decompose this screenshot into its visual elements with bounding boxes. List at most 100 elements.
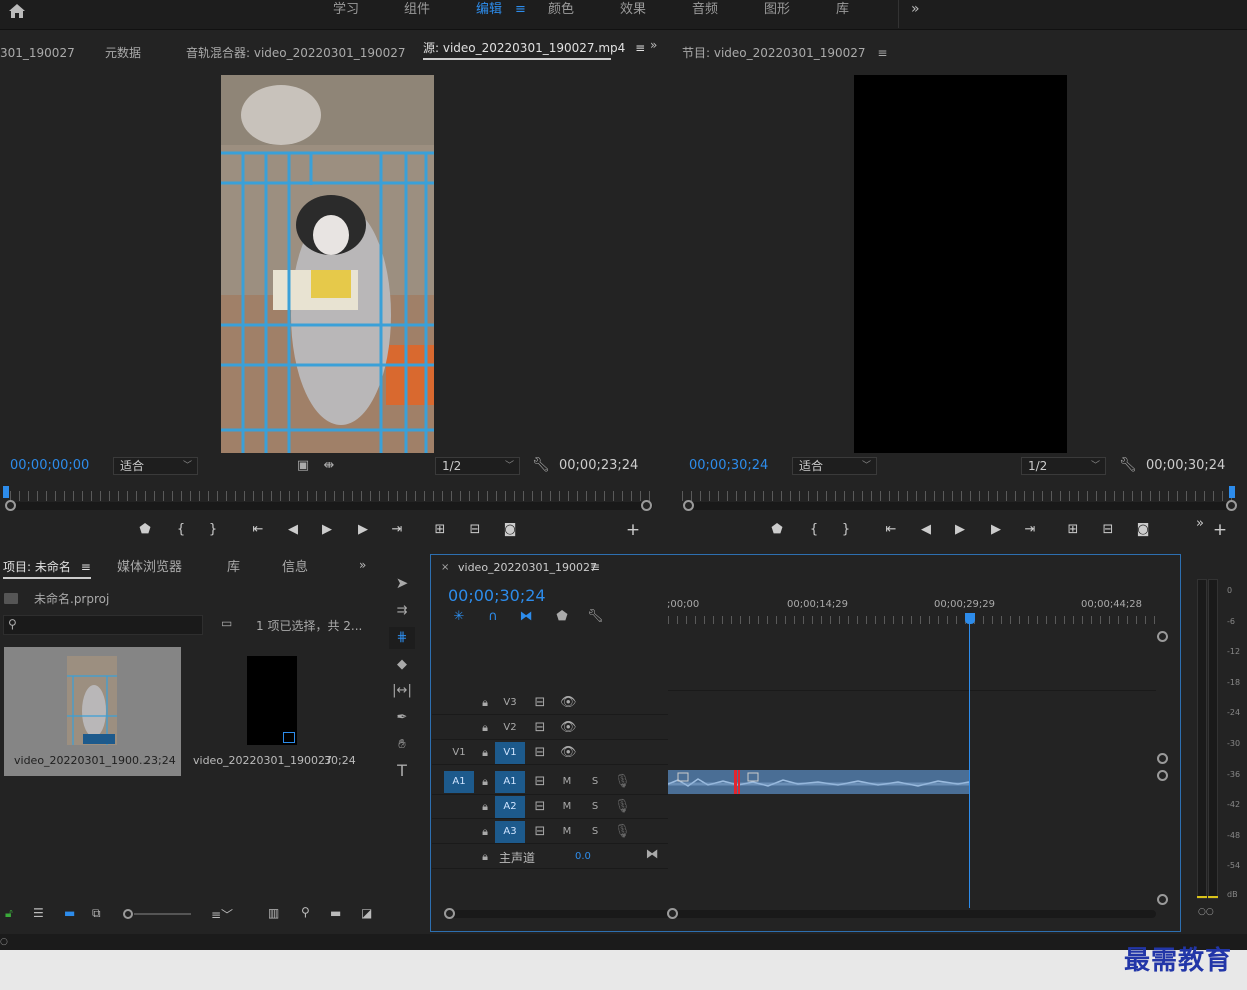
- hand-tool-icon[interactable]: ✋︎: [393, 737, 411, 753]
- step-forward-icon[interactable]: ▶︎: [986, 521, 1006, 539]
- pen-tool-icon[interactable]: ✒: [393, 710, 411, 726]
- solo-button[interactable]: S: [588, 774, 602, 790]
- zoom-slider-handle[interactable]: [123, 909, 133, 919]
- icon-view-icon[interactable]: ▬: [64, 906, 75, 920]
- track-lock-icon[interactable]: 🔒︎: [479, 720, 491, 736]
- workspace-tab-edit[interactable]: 编辑: [476, 0, 502, 20]
- source-time-ruler[interactable]: [10, 491, 650, 501]
- lift-icon[interactable]: ⊞: [1063, 521, 1083, 539]
- list-view-icon[interactable]: ☰: [33, 906, 44, 920]
- workspace-tab-libraries[interactable]: 库: [836, 0, 849, 20]
- project-search-input[interactable]: ⚲: [3, 615, 203, 635]
- wrench-icon[interactable]: 🔧︎: [1119, 457, 1137, 473]
- track-lock-icon[interactable]: 🔒︎: [479, 824, 491, 840]
- panel-menu-icon[interactable]: ≡: [590, 560, 600, 574]
- microphone-icon[interactable]: 🎙︎: [614, 774, 631, 790]
- program-tab[interactable]: 节目: video_20220301_190027 ≡: [682, 40, 887, 66]
- freeform-view-icon[interactable]: ⧉: [92, 906, 101, 921]
- source-zoom-handle-right[interactable]: [641, 500, 652, 511]
- workspace-tab-assembly[interactable]: 组件: [404, 0, 430, 20]
- timeline-vscroll-top[interactable]: [1157, 631, 1168, 642]
- workspace-tab-color[interactable]: 颜色: [548, 0, 574, 20]
- track-target-a2[interactable]: A2: [495, 796, 525, 818]
- ripple-edit-tool-icon[interactable]: ⋕: [389, 627, 415, 649]
- export-frame-icon[interactable]: ◙: [500, 521, 520, 539]
- go-to-out-icon[interactable]: ⇥: [1020, 521, 1040, 539]
- go-to-out-icon[interactable]: ⇥: [387, 521, 407, 539]
- audio-clip-a1[interactable]: [668, 770, 969, 794]
- find-icon[interactable]: ⚲: [301, 905, 310, 919]
- drag-video-only-icon[interactable]: ▣: [296, 458, 310, 474]
- timeline-settings-wrench-icon[interactable]: 🔧︎: [587, 609, 604, 625]
- source-playhead[interactable]: [3, 486, 9, 498]
- selection-tool-icon[interactable]: ➤: [393, 575, 411, 591]
- panel-menu-icon[interactable]: ≡: [635, 41, 645, 55]
- type-tool-icon[interactable]: T: [393, 763, 411, 779]
- track-target-v1[interactable]: V1: [495, 742, 525, 764]
- source-patch-v1[interactable]: V1: [444, 742, 474, 764]
- home-icon[interactable]: [8, 3, 26, 19]
- insert-icon[interactable]: ⊞: [430, 521, 450, 539]
- snap-magnet-icon[interactable]: ∩: [485, 609, 501, 625]
- panel-overflow-icon[interactable]: »: [1190, 515, 1210, 533]
- play-icon[interactable]: ▶︎: [317, 521, 337, 539]
- timeline-hscroll-left[interactable]: [444, 908, 455, 919]
- play-icon[interactable]: ▶︎: [950, 521, 970, 539]
- mark-in-icon[interactable]: {: [171, 521, 191, 539]
- sync-lock-icon[interactable]: ⊟: [533, 824, 547, 840]
- tab-libraries[interactable]: 库: [227, 555, 240, 581]
- sort-icon[interactable]: ≡﹀: [211, 906, 233, 923]
- sync-lock-icon[interactable]: ⊟: [533, 799, 547, 815]
- timeline-time-ruler[interactable]: [668, 616, 1156, 624]
- panel-overflow-icon[interactable]: »: [359, 558, 366, 572]
- tab-info[interactable]: 信息: [282, 555, 308, 581]
- timeline-playhead-head[interactable]: [965, 613, 975, 624]
- sync-lock-icon[interactable]: ⊟: [533, 774, 547, 790]
- workspace-menu-icon[interactable]: ≡: [515, 2, 526, 17]
- timeline-tab-title[interactable]: video_20220301_190027: [458, 561, 597, 574]
- program-zoom-handle-right[interactable]: [1226, 500, 1237, 511]
- timeline-vscroll-audio-top[interactable]: [1157, 770, 1168, 781]
- track-lock-icon[interactable]: 🔒︎: [479, 695, 491, 711]
- go-to-in-icon[interactable]: ⇤: [881, 521, 901, 539]
- timeline-timecode[interactable]: 00;00;30;24: [448, 586, 546, 605]
- timeline-hscroll-right[interactable]: [667, 908, 678, 919]
- track-area-video[interactable]: [668, 690, 1156, 765]
- program-fit-select[interactable]: 适合 ﹀: [792, 457, 877, 475]
- track-lock-icon[interactable]: 🔒︎: [479, 799, 491, 815]
- new-bin-icon[interactable]: ▬: [330, 906, 341, 920]
- mark-in-icon[interactable]: {: [804, 521, 824, 539]
- microphone-icon[interactable]: 🎙︎: [614, 824, 631, 840]
- timeline-close-icon[interactable]: ×: [441, 562, 449, 573]
- go-to-in-icon[interactable]: ⇤: [248, 521, 268, 539]
- new-bin-from-search-icon[interactable]: ▭: [221, 616, 232, 630]
- wrench-icon[interactable]: 🔧︎: [532, 457, 550, 473]
- tab-media-browser[interactable]: 媒体浏览器: [117, 555, 182, 581]
- workspace-tab-effects[interactable]: 效果: [620, 0, 646, 20]
- workspace-tab-graphics[interactable]: 图形: [764, 0, 790, 20]
- workspace-overflow-icon[interactable]: [898, 0, 899, 28]
- eye-icon[interactable]: 👁︎: [560, 720, 577, 736]
- panel-menu-icon[interactable]: ≡: [81, 560, 91, 574]
- track-lock-icon[interactable]: 🔒︎: [479, 774, 491, 790]
- track-lock-icon[interactable]: 🔒︎: [479, 849, 491, 865]
- mute-button[interactable]: M: [560, 799, 574, 815]
- project-item-clip-1[interactable]: video_20220301_1900... 23;24: [4, 647, 181, 776]
- tab-metadata[interactable]: 元数据: [105, 40, 141, 66]
- slip-tool-icon[interactable]: |↔|: [390, 683, 414, 699]
- timeline-vscroll-mid[interactable]: [1157, 753, 1168, 764]
- track-lock-icon[interactable]: 🔒︎: [479, 745, 491, 761]
- button-editor-plus-icon[interactable]: +: [623, 521, 643, 539]
- eye-icon[interactable]: 👁︎: [560, 745, 577, 761]
- sync-lock-icon[interactable]: ⊟: [533, 745, 547, 761]
- source-patch-a1[interactable]: A1: [444, 771, 474, 793]
- add-marker-icon[interactable]: ⬟: [554, 609, 570, 625]
- eye-icon[interactable]: 👁︎: [560, 695, 577, 711]
- extract-icon[interactable]: ⊟: [1098, 521, 1118, 539]
- program-quality-select[interactable]: 1/2 ﹀: [1021, 457, 1106, 475]
- program-timecode-current[interactable]: 00;00;30;24: [689, 458, 768, 473]
- tab-source[interactable]: 源: video_20220301_190027.mp4 ≡: [423, 40, 645, 60]
- mute-button[interactable]: M: [560, 774, 574, 790]
- project-item-sequence[interactable]: video_20220301_190027 30;24: [183, 647, 361, 776]
- track-target-v3[interactable]: V3: [495, 692, 525, 714]
